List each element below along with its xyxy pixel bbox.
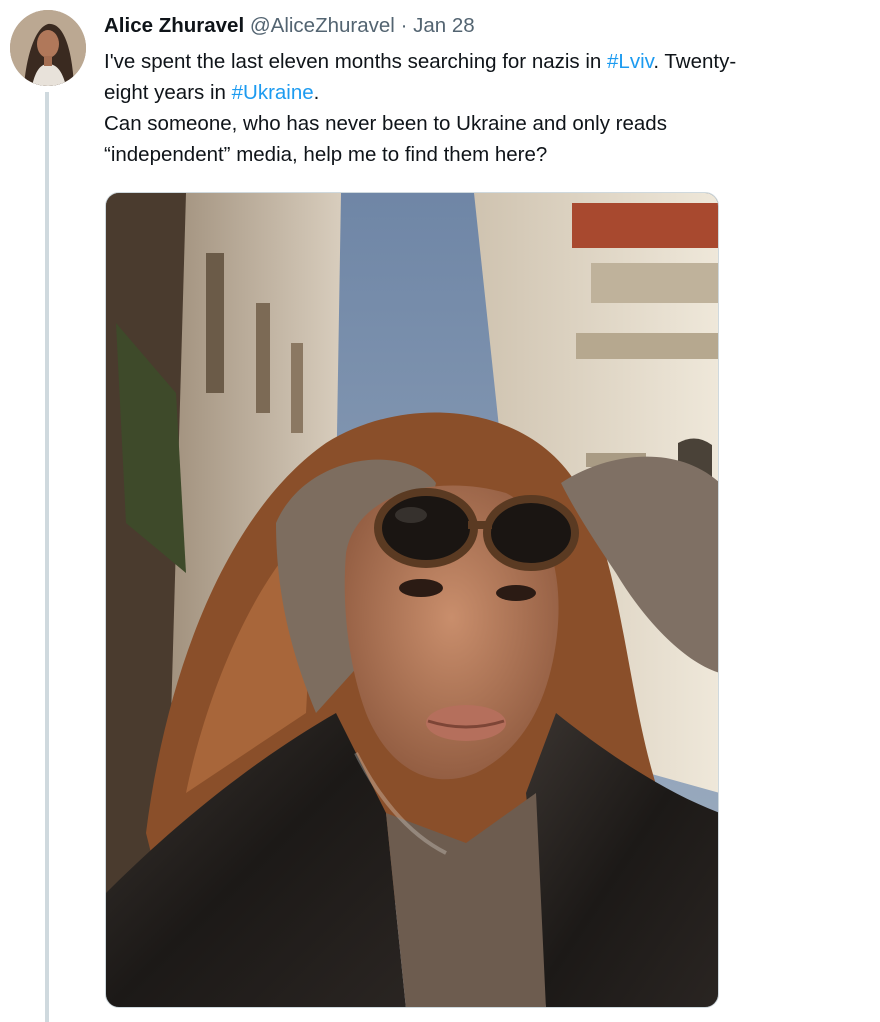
author-avatar[interactable] [10, 10, 86, 86]
tweet-text-segment: eight years in [104, 81, 232, 104]
tweet-text-segment: I've spent the last eleven months search… [104, 50, 608, 73]
photo-image [106, 193, 718, 1007]
avatar-image [10, 10, 86, 86]
hashtag-ukraine-link[interactable]: #Ukraine [232, 81, 314, 104]
hashtag-lviv-link[interactable]: #Lviv [607, 50, 653, 73]
tweet-text-line-1: I've spent the last eleven months search… [104, 46, 864, 77]
tweet-photo[interactable] [105, 192, 719, 1008]
tweet-header: Alice Zhuravel @AliceZhuravel · Jan 28 [104, 13, 475, 39]
tweet-text-segment: . [313, 81, 320, 104]
author-handle[interactable]: @AliceZhuravel [250, 14, 395, 37]
tweet-text: I've spent the last eleven months search… [104, 46, 864, 170]
tweet-text-line-3: Can someone, who has never been to Ukrai… [104, 112, 667, 135]
tweet-date[interactable]: Jan 28 [413, 14, 475, 37]
tweet-text-line-4: “independent” media, help me to find the… [104, 143, 548, 166]
thread-connector-line [45, 92, 49, 1022]
header-separator: · [400, 14, 408, 37]
tweet-text-line-2: eight years in #Ukraine. [104, 77, 864, 108]
author-name[interactable]: Alice Zhuravel [104, 14, 244, 37]
tweet-text-segment: . Twenty- [653, 50, 737, 73]
